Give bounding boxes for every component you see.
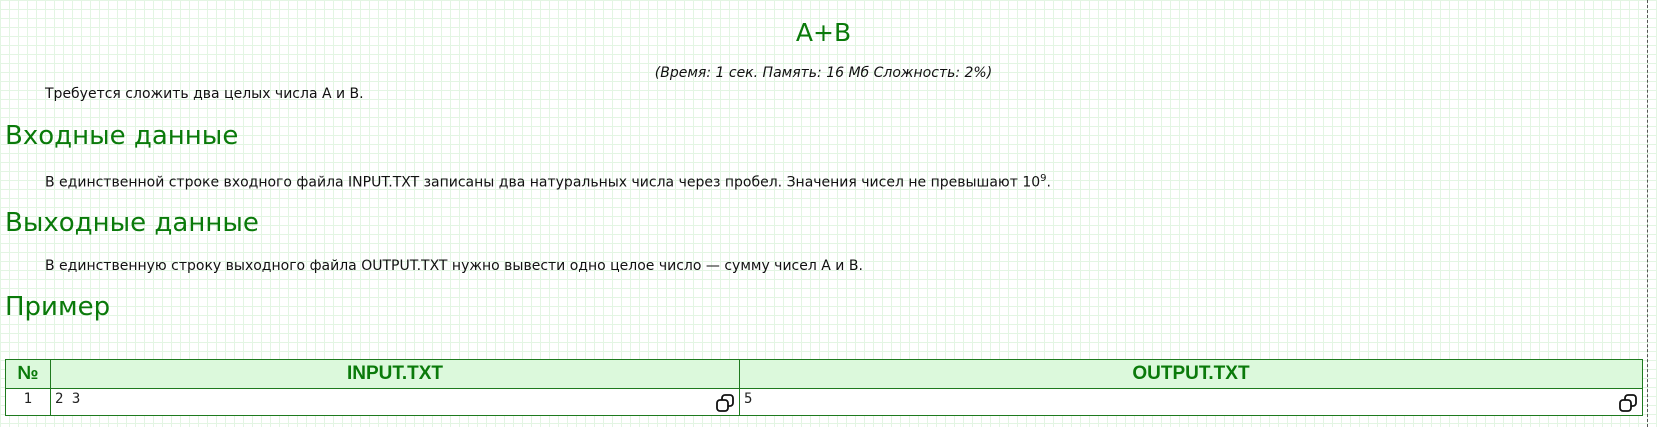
problem-limits: (Время: 1 сек. Память: 16 Мб Сложность: … — [654, 65, 993, 81]
input-value: 2 3 — [55, 391, 81, 407]
problem-page: A+B (Время: 1 сек. Память: 16 Мб Сложнос… — [0, 0, 1648, 427]
table-row: 1 2 3 5 — [5, 388, 1643, 416]
output-cell: 5 — [739, 388, 1643, 416]
copy-icon[interactable] — [1618, 393, 1638, 413]
input-cell: 2 3 — [50, 388, 740, 416]
example-heading: Пример — [5, 292, 111, 322]
input-heading: Входные данные — [5, 121, 239, 151]
column-header-output: OUTPUT.TXT — [739, 359, 1643, 389]
input-description: В единственной строке входного файла INP… — [45, 173, 1051, 191]
column-header-number: № — [5, 359, 51, 389]
copy-icon[interactable] — [715, 393, 735, 413]
example-table: № INPUT.TXT OUTPUT.TXT 1 2 3 5 — [5, 359, 1643, 416]
problem-title: A+B — [795, 18, 852, 47]
column-header-input: INPUT.TXT — [50, 359, 740, 389]
output-value: 5 — [744, 391, 753, 407]
input-description-text: В единственной строке входного файла INP… — [45, 174, 1041, 191]
problem-statement: Требуется сложить два целых числа А и В. — [45, 86, 364, 102]
example-table-header-row: № INPUT.TXT OUTPUT.TXT — [5, 359, 1643, 389]
input-description-suffix: . — [1046, 174, 1051, 191]
row-number: 1 — [5, 388, 51, 416]
output-description: В единственную строку выходного файла OU… — [45, 258, 863, 274]
output-heading: Выходные данные — [5, 208, 259, 238]
